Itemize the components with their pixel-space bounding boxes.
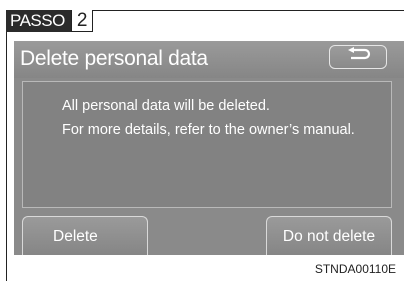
message-panel: All personal data will be deleted. For m… <box>22 81 392 208</box>
back-button[interactable] <box>329 45 387 69</box>
screen-header: Delete personal data <box>14 41 404 78</box>
page-frame-left-rule <box>6 10 7 281</box>
return-arrow-icon <box>345 46 371 68</box>
model-tag-number: 2 <box>70 10 94 32</box>
do-not-delete-button[interactable]: Do not delete <box>266 216 392 255</box>
figure-code: STNDA00110E <box>314 262 396 276</box>
model-tag: PASSO 2 <box>6 10 94 32</box>
screen-title: Delete personal data <box>20 47 208 70</box>
message-line-2: For more details, refer to the owner’s m… <box>62 122 355 138</box>
delete-button[interactable]: Delete <box>22 216 148 255</box>
model-tag-brand: PASSO <box>6 10 71 32</box>
display-screen: Delete personal data All personal data w… <box>14 41 404 255</box>
message-line-1: All personal data will be deleted. <box>62 98 270 114</box>
